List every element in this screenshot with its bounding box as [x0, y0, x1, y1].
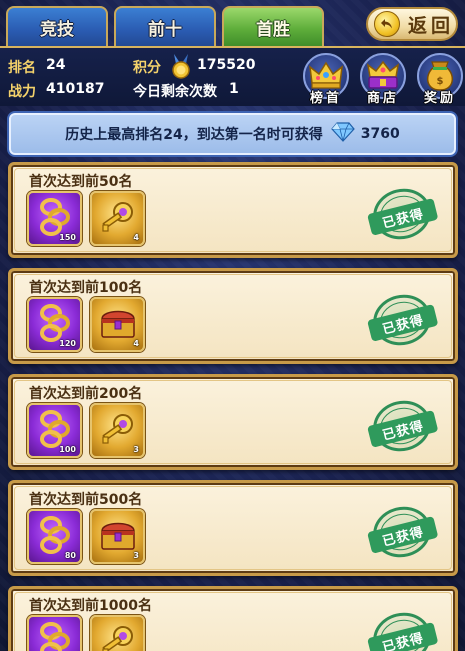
rewards-button[interactable]: $ 奖励	[416, 53, 464, 109]
reward-quantity: 120	[59, 339, 76, 348]
reward-item-key-ring[interactable]	[27, 615, 82, 651]
reward-quantity: 80	[64, 551, 76, 560]
milestone-card: 首次达到前50名 150 4 已获得	[8, 162, 458, 258]
reward-item-key-ring[interactable]: 80	[27, 509, 82, 564]
reward-quantity: 4	[133, 233, 139, 242]
tab-arena[interactable]: 竞技	[6, 6, 108, 46]
milestone-card: 首次达到前1000名 已获得	[8, 586, 458, 651]
claimed-stamp: 已获得	[367, 394, 439, 458]
power-label: 战力	[8, 84, 36, 100]
return-label: 返回	[408, 14, 455, 37]
milestone-title: 首次达到前50名	[29, 174, 133, 190]
leaderboard-button[interactable]: 榜首	[302, 53, 350, 109]
svg-text:$: $	[437, 76, 444, 87]
claimed-label: 已获得	[381, 206, 426, 232]
reward-quantity: 3	[133, 551, 139, 560]
golden-key-icon	[97, 620, 139, 651]
claimed-stamp: 已获得	[367, 606, 439, 651]
reward-item-key-ring[interactable]: 150	[27, 191, 82, 246]
history-text: 历史上最高排名24，到达第一名时可获得	[65, 127, 323, 143]
milestone-card: 首次达到前100名 120 4 已获得	[8, 268, 458, 364]
milestone-title: 首次达到前500名	[29, 492, 143, 508]
medal-icon	[170, 54, 192, 80]
gold-key-ring-icon	[35, 619, 75, 651]
history-reward-value: 3760	[360, 126, 400, 142]
player-info-bar: 排名 24 战力 410187 积分 175520 今日剩余次数 1 榜首 商店…	[0, 46, 465, 106]
shop-button[interactable]: 商店	[359, 53, 407, 109]
points-label: 积分	[133, 60, 161, 76]
claimed-stamp: 已获得	[367, 182, 439, 246]
claimed-label: 已获得	[381, 418, 426, 444]
rewards-label: 奖励	[423, 91, 456, 106]
claimed-stamp: 已获得	[367, 500, 439, 564]
leaderboard-label: 榜首	[309, 91, 342, 106]
rank-label: 排名	[8, 60, 36, 76]
shop-label: 商店	[366, 91, 399, 106]
reward-quantity: 100	[59, 445, 76, 454]
tab-top-ten[interactable]: 前十	[114, 6, 216, 46]
milestone-card: 首次达到前500名 80 3 已获得	[8, 480, 458, 576]
return-button[interactable]: 返回	[366, 7, 458, 41]
tab-first-win[interactable]: 首胜	[222, 6, 324, 46]
reward-quantity: 3	[133, 445, 139, 454]
remaining-label: 今日剩余次数	[133, 84, 217, 100]
return-arrow-icon	[374, 11, 400, 37]
reward-item-chest[interactable]: 3	[90, 509, 145, 564]
reward-item-key[interactable]	[90, 615, 145, 651]
history-banner: 历史上最高排名24，到达第一名时可获得 3760	[7, 111, 458, 157]
remaining-value: 1	[229, 81, 239, 97]
rank-value: 24	[46, 57, 66, 73]
points-value: 175520	[197, 57, 256, 73]
reward-quantity: 150	[59, 233, 76, 242]
reward-item-key-ring[interactable]: 120	[27, 297, 82, 352]
diamond-icon	[330, 122, 355, 146]
milestone-title: 首次达到前1000名	[29, 598, 152, 614]
reward-item-key[interactable]: 3	[90, 403, 145, 458]
reward-quantity: 4	[133, 339, 139, 348]
tab-bar: 竞技 前十 首胜	[6, 6, 324, 46]
claimed-label: 已获得	[381, 524, 426, 550]
reward-item-key-ring[interactable]: 100	[27, 403, 82, 458]
claimed-label: 已获得	[381, 630, 426, 651]
claimed-label: 已获得	[381, 312, 426, 338]
reward-item-key[interactable]: 4	[90, 191, 145, 246]
reward-item-chest[interactable]: 4	[90, 297, 145, 352]
milestone-card: 首次达到前200名 100 3 已获得	[8, 374, 458, 470]
power-value: 410187	[46, 81, 105, 97]
claimed-stamp: 已获得	[367, 288, 439, 352]
milestone-title: 首次达到前200名	[29, 386, 143, 402]
milestone-title: 首次达到前100名	[29, 280, 143, 296]
